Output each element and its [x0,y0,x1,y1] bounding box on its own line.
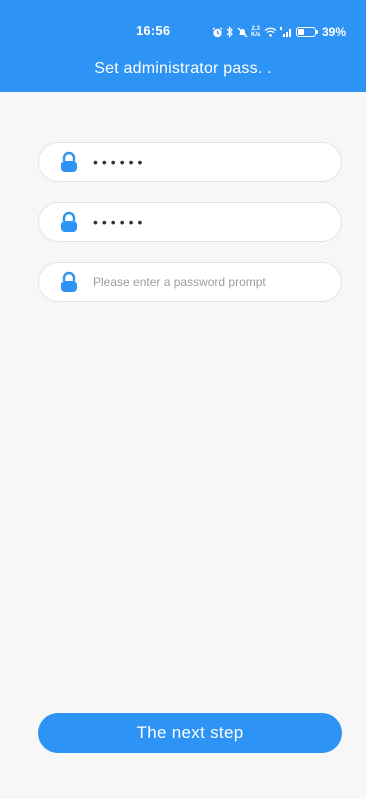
status-time: 16:56 [136,23,171,38]
password-prompt-input[interactable] [93,275,323,289]
battery-percent: 39% [322,25,347,39]
bluetooth-icon [226,26,234,38]
next-step-button[interactable]: The next step [38,713,342,753]
lock-icon [61,151,77,172]
password-input[interactable] [93,154,323,170]
battery-icon [296,27,318,37]
page-title: Set administrator pass. . [94,60,272,77]
wifi-icon [264,27,277,37]
signal-icon [280,27,293,37]
mute-icon [237,27,248,38]
password-field[interactable] [38,142,342,182]
app-header: 16:56 2.3 K/s 39% Set administrator pass… [0,0,366,92]
lock-icon [61,271,77,292]
lock-icon [61,211,77,232]
password-form [38,142,342,322]
alarm-icon [212,26,223,38]
confirm-password-input[interactable] [93,214,323,230]
confirm-password-field[interactable] [38,202,342,242]
status-icons: 2.3 K/s 39% [212,22,346,42]
password-prompt-field[interactable] [38,262,342,302]
network-speed: 2.3 K/s [251,26,261,38]
status-bar: 16:56 2.3 K/s 39% [0,22,366,42]
